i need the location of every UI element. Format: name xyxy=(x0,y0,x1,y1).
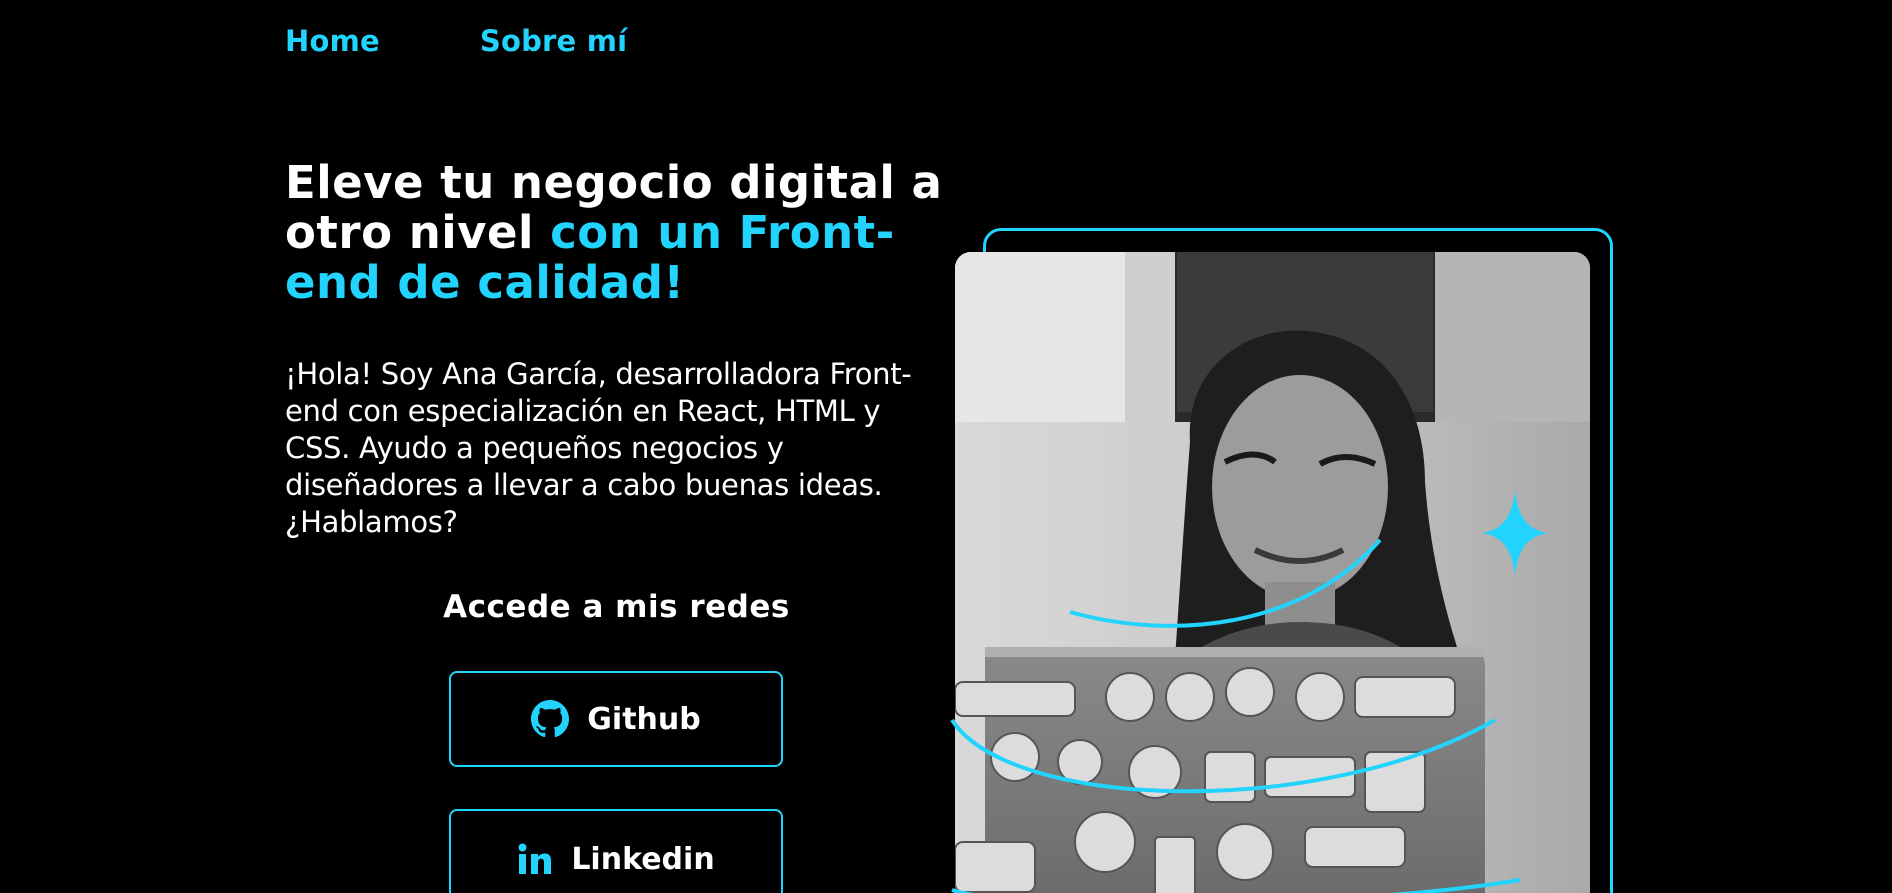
profile-photo xyxy=(955,252,1590,893)
github-button[interactable]: Github xyxy=(449,671,783,767)
linkedin-button[interactable]: Linkedin xyxy=(449,809,783,893)
linkedin-button-label: Linkedin xyxy=(571,841,715,877)
main-nav: Home Sobre mí xyxy=(285,24,627,58)
github-button-label: Github xyxy=(587,701,701,737)
linkedin-icon xyxy=(517,842,553,876)
github-icon xyxy=(531,700,570,738)
hero-headline: Eleve tu negocio digital a otro nivel co… xyxy=(285,158,965,308)
social-title: Accede a mis redes xyxy=(443,589,790,625)
hero-intro: ¡Hola! Soy Ana García, desarrolladora Fr… xyxy=(285,357,912,539)
nav-about-link[interactable]: Sobre mí xyxy=(480,24,627,58)
nav-home-link[interactable]: Home xyxy=(285,24,380,58)
